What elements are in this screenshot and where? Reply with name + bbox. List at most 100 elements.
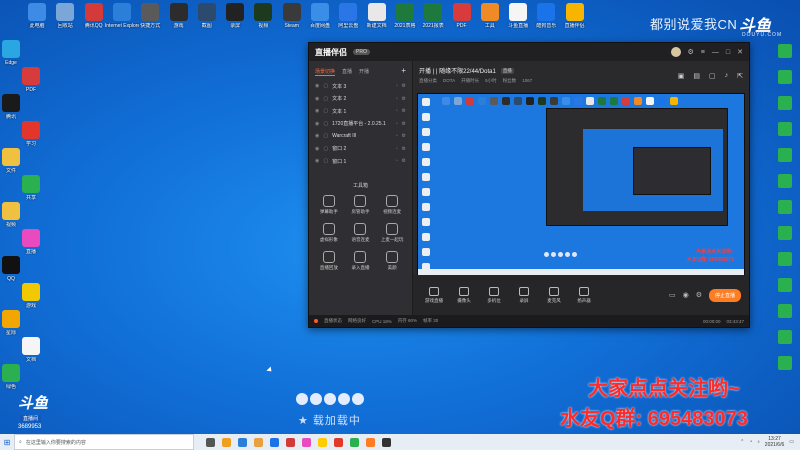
taskbar-app-icon[interactable] — [302, 437, 311, 447]
desktop-icon[interactable]: 直播伴侣 — [558, 3, 592, 29]
multi-camera-button[interactable]: 多机位 — [481, 286, 507, 304]
window-icon[interactable]: ▢ — [709, 72, 716, 80]
lock-icon[interactable]: ▫ — [396, 146, 398, 152]
tool-button[interactable]: 虚拟形象 — [313, 222, 345, 243]
start-button[interactable]: ⊞ — [0, 434, 14, 450]
desktop-side-icon[interactable] — [778, 44, 792, 58]
settings-icon[interactable]: ⚙ — [688, 48, 694, 56]
desktop-icon[interactable]: 文件 — [0, 148, 28, 174]
desktop-side-icon[interactable] — [778, 174, 792, 188]
taskbar-app-icon[interactable] — [238, 437, 247, 447]
desktop-side-icon[interactable] — [778, 122, 792, 136]
speaker-button[interactable]: 扬声器 — [571, 286, 597, 304]
tray-chevron-icon[interactable]: ⌃ — [740, 439, 744, 445]
gear-icon[interactable]: ⚙ — [402, 83, 406, 89]
clock[interactable]: 13:27 2021/6/6 — [765, 436, 784, 448]
scene-item[interactable]: ◉ ▢ 文本 2 ▫ ⚙ — [309, 93, 412, 106]
lock-icon[interactable]: ▫ — [396, 133, 398, 139]
record-screen-button[interactable]: 录屏 — [511, 286, 537, 304]
tab-scene[interactable]: 场景切换 — [315, 68, 336, 76]
gear-icon[interactable]: ⚙ — [402, 96, 406, 102]
tool-button[interactable]: 直播回放 — [313, 250, 345, 271]
scene-item[interactable]: ◉ ▢ 文本 1 ▫ ⚙ — [309, 105, 412, 118]
minimize-icon[interactable]: — — [712, 49, 719, 56]
gear-icon[interactable]: ⚙ — [402, 121, 406, 127]
camera-button[interactable]: 摄像头 — [451, 286, 477, 304]
lock-icon[interactable]: ▫ — [396, 158, 398, 164]
share-icon[interactable]: ⇱ — [737, 72, 743, 80]
scene-item[interactable]: ◉ ▢ 窗口 2 ▫ ⚙ — [309, 143, 412, 156]
close-icon[interactable]: ✕ — [737, 48, 743, 56]
tool-button[interactable]: 弹幕助手 — [313, 194, 345, 215]
scene-item[interactable]: ◉ ▢ Warcraft III ▫ ⚙ — [309, 130, 412, 143]
taskbar-app-icon[interactable] — [350, 437, 359, 447]
stop-live-button[interactable]: 停止直播 — [708, 288, 741, 302]
desktop-icon[interactable]: PDF — [14, 67, 48, 93]
desktop-icon[interactable]: QQ — [0, 256, 28, 282]
notification-icon[interactable]: ▭ — [789, 439, 794, 445]
scene-item[interactable]: ◉ ▢ 文本 3 ▫ ⚙ — [309, 80, 412, 93]
desktop-icon[interactable]: 腾讯 — [0, 94, 28, 120]
desktop-icon[interactable]: 直播 — [14, 229, 48, 255]
lock-icon[interactable]: ▫ — [396, 83, 398, 89]
screen-icon[interactable]: ▣ — [678, 72, 685, 80]
taskbar-app-icon[interactable] — [270, 437, 279, 447]
eye-icon[interactable]: ◉ — [315, 146, 319, 152]
desktop-icon[interactable]: 游戏 — [14, 283, 48, 309]
desktop-side-icon[interactable] — [778, 200, 792, 214]
layout-icon[interactable]: ▤ — [693, 72, 700, 80]
taskbar-app-icon[interactable] — [206, 437, 215, 447]
stream-preview[interactable]: 大家点点关注哟~ 水友Q群: 695483073 — [417, 93, 745, 279]
gear-icon[interactable]: ⚙ — [402, 146, 406, 152]
bell-icon[interactable]: ♪ — [725, 72, 729, 80]
lock-icon[interactable]: ▫ — [396, 121, 398, 127]
taskbar-app-icon[interactable] — [222, 437, 231, 447]
eye-icon[interactable]: ◉ — [315, 133, 319, 139]
desktop-icon[interactable]: 绿色 — [0, 364, 28, 390]
stream-title[interactable]: 开播 | | 随缘不限22/44/Dota1 — [419, 66, 496, 75]
taskbar-app-icon[interactable] — [382, 437, 391, 447]
tool-button[interactable]: 语音连麦 — [345, 222, 377, 243]
tool-button[interactable]: 房管助手 — [345, 194, 377, 215]
desktop-side-icon[interactable] — [778, 96, 792, 110]
scene-item[interactable]: ◉ ▢ 1720直播平台 - 2.0.25.1 ▫ ⚙ — [309, 118, 412, 131]
desktop-side-icon[interactable] — [778, 70, 792, 84]
volume-icon[interactable]: ♪ — [757, 439, 760, 445]
lock-icon[interactable]: ▫ — [396, 108, 398, 114]
menu-icon[interactable]: ≡ — [701, 49, 705, 56]
lock-icon[interactable]: ▫ — [396, 96, 398, 102]
desktop-side-icon[interactable] — [778, 304, 792, 318]
taskbar-app-icon[interactable] — [366, 437, 375, 447]
gear-icon[interactable]: ⚙ — [402, 133, 406, 139]
eye-icon[interactable]: ◉ — [315, 158, 319, 164]
tool-button[interactable]: 美颜 — [376, 250, 408, 271]
gear-icon[interactable]: ⚙ — [696, 291, 702, 299]
desktop-side-icon[interactable] — [778, 226, 792, 240]
taskbar-app-icon[interactable] — [334, 437, 343, 447]
desktop-icon[interactable]: 文档 — [14, 337, 48, 363]
desktop-icon[interactable]: 视频 — [0, 202, 28, 228]
desktop-side-icon[interactable] — [778, 148, 792, 162]
tab-start[interactable]: 开播 — [359, 68, 369, 76]
eye-icon[interactable]: ◉ — [315, 121, 319, 127]
desktop-icon[interactable]: 共享 — [14, 175, 48, 201]
desktop-icon[interactable]: 星际 — [0, 310, 28, 336]
tool-button[interactable]: 录入直播 — [345, 250, 377, 271]
tool-button[interactable]: 上麦一起玩 — [376, 222, 408, 243]
desktop-side-icon[interactable] — [778, 278, 792, 292]
microphone-button[interactable]: 麦克风 — [541, 286, 567, 304]
eye-icon[interactable]: ◉ — [683, 291, 689, 299]
scene-item[interactable]: ◉ ▢ 窗口 1 ▫ ⚙ — [309, 155, 412, 168]
eye-icon[interactable]: ◉ — [315, 108, 319, 114]
gear-icon[interactable]: ⚙ — [402, 108, 406, 114]
eye-icon[interactable]: ◉ — [315, 96, 319, 102]
add-scene-icon[interactable]: + — [401, 67, 406, 76]
video-icon[interactable]: ▭ — [669, 291, 676, 299]
game-live-button[interactable]: 游戏直播 — [421, 286, 447, 304]
window-titlebar[interactable]: 直播伴侣 PRO ⚙ ≡ — □ ✕ — [309, 43, 749, 61]
gear-icon[interactable]: ⚙ — [402, 158, 406, 164]
desktop-icon[interactable]: Edge — [0, 40, 28, 66]
taskbar-app-icon[interactable] — [318, 437, 327, 447]
tool-button[interactable]: 视频连麦 — [376, 194, 408, 215]
maximize-icon[interactable]: □ — [726, 49, 730, 56]
